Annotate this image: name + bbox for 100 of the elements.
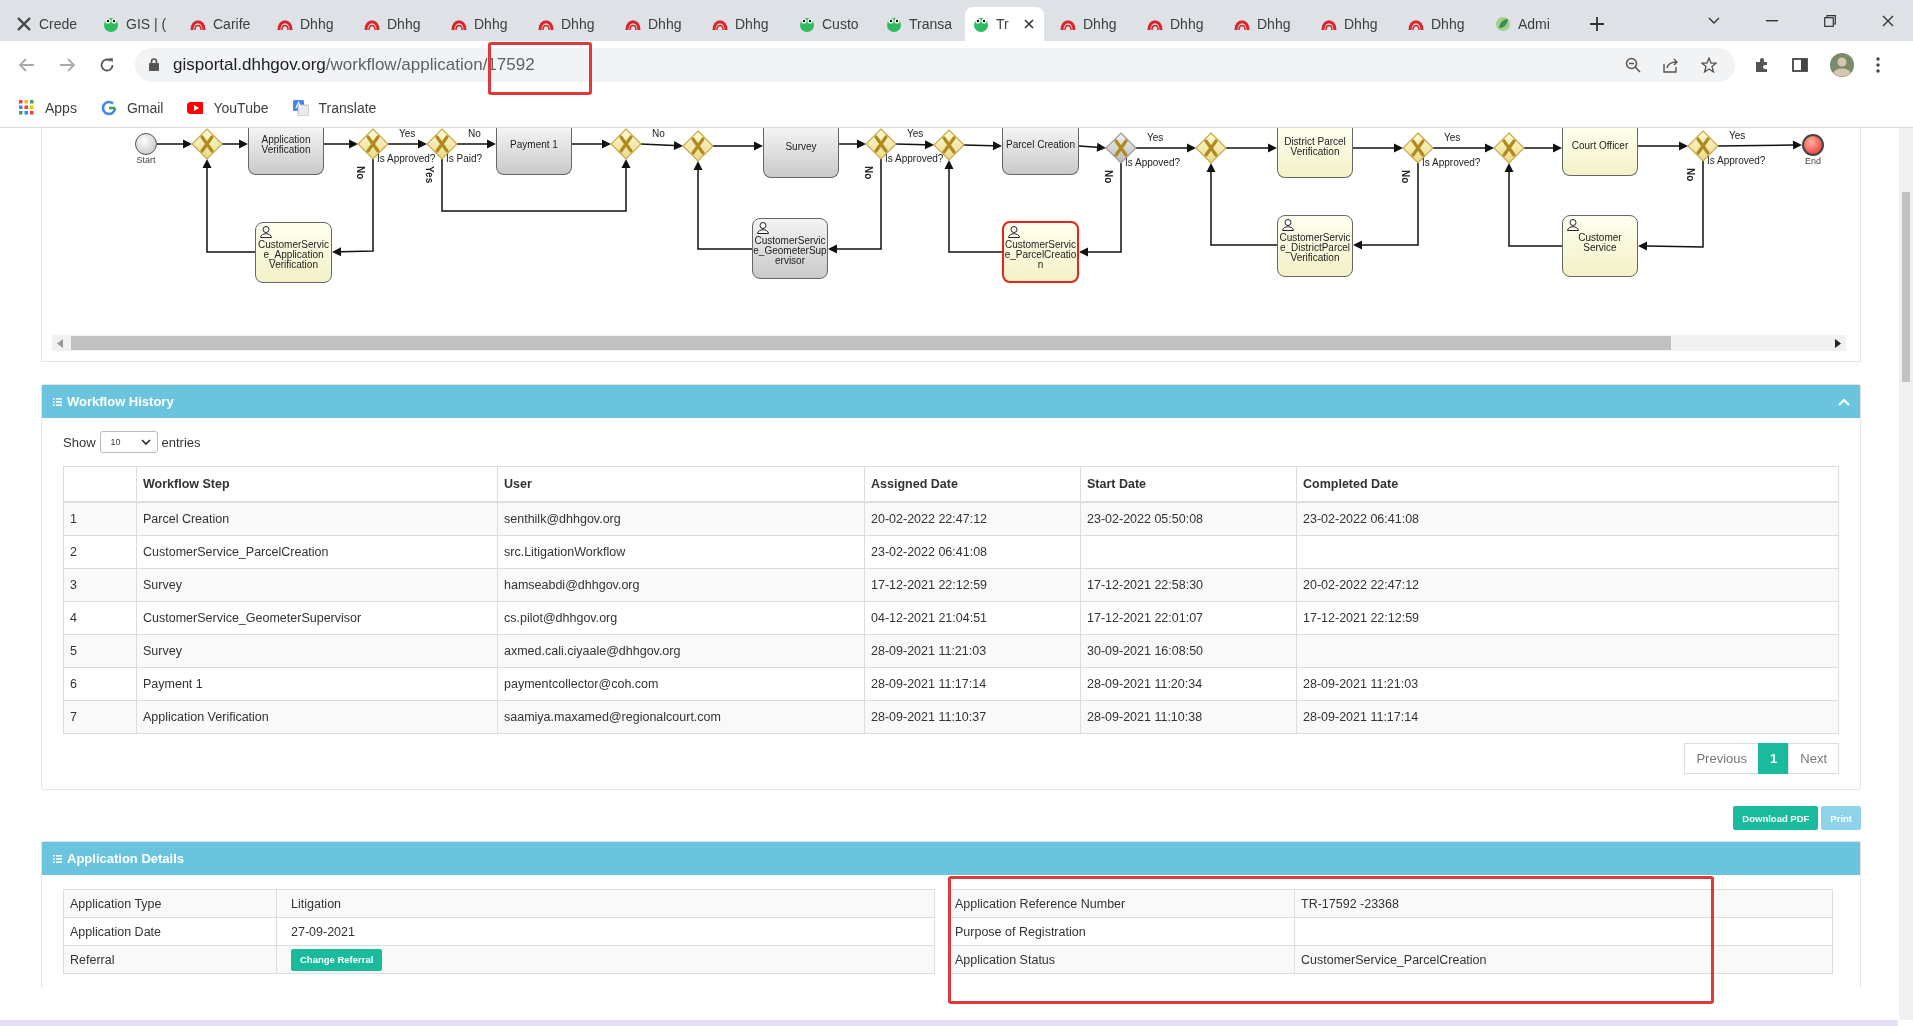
branch-label: Yes [1729, 130, 1746, 141]
connector-arrow [221, 139, 248, 149]
menu-icon[interactable] [1876, 56, 1880, 73]
connector-arrow [387, 139, 427, 149]
task-node[interactable]: Survey [763, 128, 839, 178]
vertical-scrollbar[interactable] [1899, 128, 1913, 1020]
task-node[interactable]: Parcel Creation [1002, 128, 1079, 175]
sidebar-icon[interactable] [1792, 57, 1808, 72]
browser-tab[interactable]: Carife [182, 7, 261, 41]
table-cell: 27-09-2021 [276, 917, 935, 946]
minimize-icon[interactable] [1766, 19, 1778, 22]
table-cell: 17-12-2021 22:12:59 [1296, 601, 1839, 635]
restore-icon[interactable] [1824, 14, 1836, 27]
table-cell: Purpose of Registration [948, 917, 1295, 946]
browser-tab[interactable]: Dhhg [1139, 7, 1218, 41]
browser-tab[interactable]: Custo [791, 7, 870, 41]
table-cell: 17-12-2021 22:58:30 [1080, 568, 1297, 602]
page-button[interactable]: Next [1788, 743, 1839, 774]
task-label: Parcel Creation [1005, 140, 1076, 150]
round-logo-icon [103, 16, 119, 32]
share-icon[interactable] [1663, 56, 1679, 73]
browser-tab[interactable]: Dhhg [443, 7, 522, 41]
browser-tab[interactable]: Dhhg [1052, 7, 1131, 41]
browser-tab[interactable]: Admi [1487, 7, 1566, 41]
end-event [1802, 134, 1824, 156]
browser-tab[interactable]: Tr [965, 7, 1044, 41]
browser-tab[interactable]: Dhhg [269, 7, 348, 41]
reload-icon[interactable] [99, 56, 115, 73]
page-size-select[interactable]: 10 [99, 431, 158, 453]
bookmark-link[interactable]: Translate [292, 99, 377, 116]
avatar-icon[interactable] [1830, 52, 1854, 77]
bookmark-link[interactable]: Apps [19, 99, 77, 116]
table-cell: Parcel Creation [136, 502, 498, 536]
browser-tab[interactable]: Dhhg [356, 7, 435, 41]
branch-label: No [468, 128, 481, 139]
table-cell: CustomerService_GeometerSupervisor [136, 601, 498, 635]
star-icon[interactable] [1701, 56, 1717, 73]
table-cell: Application Reference Number [948, 889, 1295, 918]
tab-title: Carife [213, 16, 251, 32]
task-node[interactable]: Customer Service [1562, 215, 1638, 277]
scrollbar-thumb[interactable] [71, 336, 1671, 350]
zoom-out-icon[interactable] [1625, 56, 1641, 73]
task-node[interactable]: CustomerService_DistrictParcelVerification [1277, 215, 1353, 277]
branch-label: No [1685, 168, 1696, 182]
connector-arrow [838, 139, 866, 149]
task-node[interactable]: Application Verification [248, 128, 324, 175]
close-icon[interactable] [1882, 14, 1894, 27]
scroll-right-icon[interactable] [1835, 338, 1841, 348]
tab-title: Dhhg [561, 16, 595, 32]
connector-arrow [640, 141, 683, 151]
task-node[interactable]: District Parcel Verification [1277, 128, 1353, 178]
table-cell: 3 [63, 568, 137, 602]
scrollbar-thumb[interactable] [1902, 192, 1910, 382]
table-cell: Application Type [63, 889, 277, 918]
gateway-label: Is Approved? [377, 153, 436, 164]
panel-title: Workflow History [67, 394, 174, 409]
entries-label: entries [161, 434, 201, 450]
tab-title: Dhhg [1257, 16, 1291, 32]
person-icon [1567, 219, 1579, 231]
puzzle-icon[interactable] [1754, 56, 1770, 73]
table-cell: Referral [63, 945, 277, 974]
browser-tab[interactable]: Dhhg [1400, 7, 1479, 41]
task-node[interactable]: Payment 1 [496, 128, 572, 175]
task-node[interactable]: Court Officer [1562, 128, 1638, 176]
horizontal-scrollbar[interactable] [52, 335, 1846, 351]
connector-arrow [571, 139, 611, 149]
close-icon[interactable] [1023, 19, 1034, 29]
new-tab-icon[interactable] [1590, 17, 1604, 31]
browser-tab[interactable]: Crede [8, 7, 87, 41]
table-cell: 2 [63, 535, 137, 569]
task-label: CustomerService_Application Verification [256, 240, 331, 270]
table-cell: 1 [63, 502, 137, 536]
browser-tab[interactable]: GIS | ( [95, 7, 174, 41]
branch-label: Yes [424, 166, 435, 184]
table-cell: Payment 1 [136, 667, 498, 701]
person-icon [757, 222, 769, 234]
chevron-down-icon[interactable] [1708, 16, 1720, 25]
person-icon [1008, 226, 1020, 238]
tab-title: Tr [996, 16, 1009, 32]
browser-tab[interactable]: Dhhg [617, 7, 696, 41]
connector-arrow [1523, 143, 1562, 153]
browser-tab[interactable]: Dhhg [704, 7, 783, 41]
leaf-icon [1495, 16, 1511, 32]
table-cell: Survey [136, 634, 498, 668]
table-cell: 20-02-2022 22:47:12 [864, 502, 1081, 536]
task-node[interactable]: CustomerService_ParcelCreation [1002, 221, 1079, 283]
page-button[interactable]: Previous [1684, 743, 1760, 774]
bookmark-link[interactable]: YouTube [187, 99, 269, 116]
browser-tab[interactable]: Dhhg [530, 7, 609, 41]
task-node[interactable]: CustomerService_GeometerSupervisor [752, 218, 828, 279]
branch-label: Yes [399, 128, 416, 139]
tab-title: Dhhg [387, 16, 421, 32]
connector-arrow [323, 139, 358, 149]
bookmark-link[interactable]: Gmail [100, 99, 164, 116]
table-cell: cs.pilot@dhhgov.org [497, 601, 865, 635]
browser-tab[interactable]: Dhhg [1226, 7, 1305, 41]
task-label: Court Officer [1570, 140, 1630, 151]
task-node[interactable]: CustomerService_Application Verification [255, 222, 332, 283]
browser-tab[interactable]: Transa [878, 7, 957, 41]
browser-tab[interactable]: Dhhg [1313, 7, 1392, 41]
